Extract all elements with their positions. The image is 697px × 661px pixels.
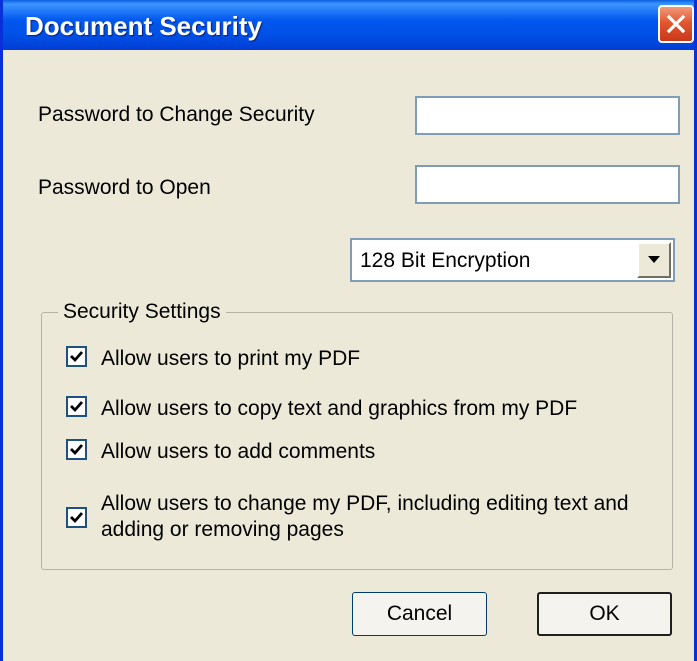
- chevron-down-icon: [648, 256, 660, 263]
- open-password-label: Password to Open: [38, 176, 211, 199]
- checkmark-icon: [70, 511, 84, 523]
- ok-button[interactable]: OK: [537, 592, 672, 636]
- comments-permission-label: Allow users to add comments: [101, 440, 376, 463]
- change-permission-label: Allow users to change my PDF, including …: [101, 492, 629, 541]
- encryption-select[interactable]: 128 Bit Encryption: [350, 238, 675, 282]
- cancel-button[interactable]: Cancel: [352, 592, 487, 636]
- print-permission-label: Allow users to print my PDF: [101, 347, 361, 370]
- encryption-selected-value: 128 Bit Encryption: [360, 249, 531, 272]
- change-security-password-label: Password to Change Security: [38, 103, 315, 126]
- change-security-password-input[interactable]: [415, 96, 680, 135]
- close-icon: [666, 14, 686, 34]
- checkmark-icon: [70, 444, 84, 456]
- window-title: Document Security: [25, 11, 262, 41]
- change-permission-option[interactable]: Allow users to change my PDF, including …: [66, 491, 646, 543]
- copy-permission-checkbox[interactable]: [66, 396, 87, 417]
- change-permission-checkbox[interactable]: [66, 506, 87, 528]
- checkmark-icon: [70, 351, 84, 363]
- copy-permission-label: Allow users to copy text and graphics fr…: [101, 397, 578, 420]
- print-permission-checkbox[interactable]: [66, 346, 87, 367]
- open-password-input[interactable]: [415, 165, 680, 204]
- comments-permission-checkbox[interactable]: [66, 439, 87, 460]
- comments-permission-option[interactable]: Allow users to add comments: [66, 439, 375, 465]
- copy-permission-option[interactable]: Allow users to copy text and graphics fr…: [66, 396, 577, 422]
- close-button[interactable]: [658, 5, 694, 43]
- checkmark-icon: [70, 401, 84, 413]
- print-permission-option[interactable]: Allow users to print my PDF: [66, 346, 360, 372]
- encryption-dropdown-button[interactable]: [637, 242, 671, 278]
- title-bar[interactable]: Document Security: [3, 0, 694, 50]
- security-settings-title: Security Settings: [58, 300, 226, 324]
- document-security-dialog: Document Security Password to Change Sec…: [0, 0, 697, 661]
